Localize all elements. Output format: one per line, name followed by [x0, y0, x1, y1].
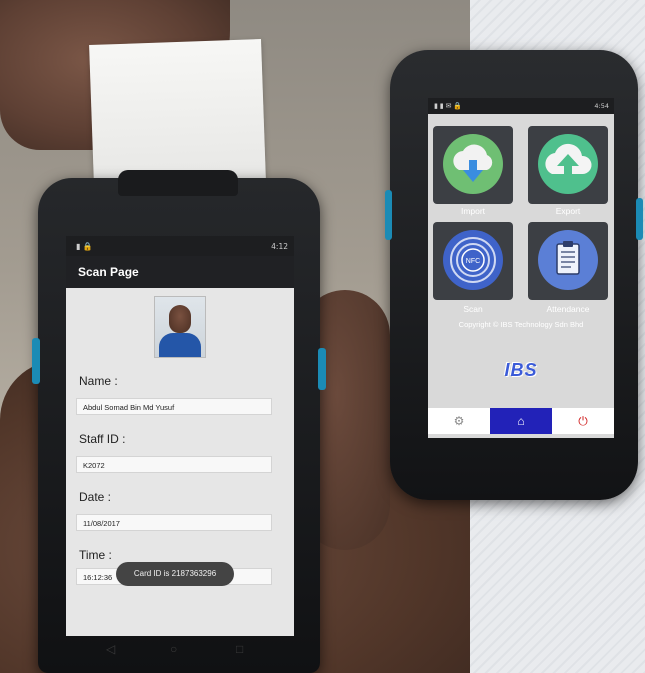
- clipboard-icon: [538, 230, 598, 290]
- attendance-tile[interactable]: [528, 222, 608, 300]
- photo-shirt: [159, 333, 201, 357]
- date-field[interactable]: 11/08/2017: [76, 514, 272, 531]
- recents-icon[interactable]: □: [236, 642, 243, 656]
- side-button[interactable]: [32, 338, 40, 384]
- scan-tile[interactable]: NFC: [433, 222, 513, 300]
- svg-text:NFC: NFC: [466, 258, 480, 265]
- attendance-label: Attendance: [546, 304, 590, 314]
- cloud-upload-icon: [538, 134, 598, 194]
- scan-label: Scan: [463, 304, 483, 314]
- name-field[interactable]: Abdul Somad Bin Md Yusuf: [76, 398, 272, 415]
- status-bar: ▮ ▮ ✉ 🔒 4:54: [428, 98, 614, 114]
- scanner-device-right: ▮ ▮ ✉ 🔒 4:54 Import Export NFC Scan Atte…: [385, 50, 643, 500]
- android-nav-bar: ◁ ○ □: [66, 638, 294, 664]
- date-label: Date :: [79, 490, 112, 504]
- status-time: 4:12: [271, 242, 288, 251]
- nfc-icon: NFC: [443, 230, 503, 290]
- staff-id-label: Staff ID :: [79, 432, 126, 446]
- printer-slot: [118, 170, 238, 196]
- scan-page-screen: ▮ 🔒 4:12 Scan Page Name : Abdul Somad Bi…: [66, 236, 294, 636]
- notification-icons: ▮ 🔒: [76, 242, 93, 251]
- side-button[interactable]: [636, 198, 643, 240]
- export-tile[interactable]: [528, 126, 608, 204]
- side-button[interactable]: [385, 190, 392, 240]
- import-tile[interactable]: [433, 126, 513, 204]
- side-button[interactable]: [318, 348, 326, 390]
- settings-icon[interactable]: ⚙: [428, 408, 490, 434]
- cloud-download-icon: [443, 134, 503, 194]
- main-menu-screen: ▮ ▮ ✉ 🔒 4:54 Import Export NFC Scan Atte…: [428, 98, 614, 438]
- back-icon[interactable]: ◁: [106, 642, 115, 656]
- staff-photo: [154, 296, 206, 358]
- export-label: Export: [555, 206, 581, 216]
- name-label: Name :: [79, 374, 118, 388]
- status-bar: ▮ 🔒 4:12: [66, 236, 294, 256]
- status-time: 4:54: [594, 102, 609, 110]
- notification-icons: ▮ ▮ ✉ 🔒: [434, 103, 463, 110]
- staff-id-field[interactable]: K2072: [76, 456, 272, 473]
- bottom-nav: ⚙ ⌂ ⏻: [428, 408, 614, 434]
- ibs-logo: IBS: [504, 360, 538, 380]
- home-nav-icon[interactable]: ○: [170, 642, 177, 656]
- card-id-toast: Card ID is 2187363296: [116, 562, 234, 586]
- import-label: Import: [460, 206, 486, 216]
- exit-icon[interactable]: ⏻: [552, 408, 614, 434]
- time-label: Time :: [79, 548, 112, 562]
- photo-head: [169, 305, 191, 333]
- copyright-text: Copyright © IBS Technology Sdn Bhd: [458, 320, 584, 329]
- page-title: Scan Page: [66, 256, 294, 288]
- scanner-device-left: ▮ 🔒 4:12 Scan Page Name : Abdul Somad Bi…: [32, 170, 326, 673]
- home-icon[interactable]: ⌂: [490, 408, 552, 434]
